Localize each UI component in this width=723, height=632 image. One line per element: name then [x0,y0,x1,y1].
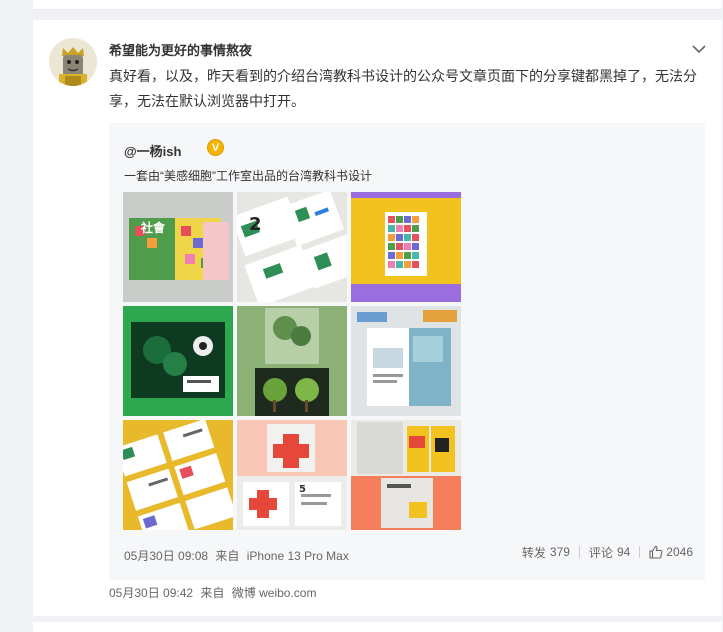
next-post-card [33,622,722,632]
image-thumb-5[interactable] [237,306,347,416]
post-source-prefix: 来自 [200,586,225,600]
image-thumb-8-text: 5 [299,484,306,495]
image-thumb-1-text: 社會 [140,220,166,235]
image-thumb-4[interactable] [123,306,233,416]
previous-post-card [33,0,722,10]
chevron-down-icon[interactable] [690,40,708,58]
image-thumb-3[interactable] [351,192,461,302]
like-button[interactable]: 2046 [649,545,693,559]
comment-count: 94 [616,545,631,559]
forward-count: 379 [549,545,570,559]
comment-button[interactable]: 评论 94 [589,544,630,561]
comment-label: 评论 [588,545,613,560]
repost-meta: 05月30日 09:08 来自 iPhone 13 Pro Max [124,547,353,564]
repost-box[interactable]: @一杨ish V 一套由“美感细胞”工作室出品的台湾教科书设计 社會 2 5 0… [109,123,705,580]
post-source: 微博 weibo.com [231,586,317,600]
post-text: 真好看，以及，昨天看到的介绍台湾教科书设计的公众号文章页面下的分享键都黑掉了，无… [109,68,697,109]
image-thumb-1[interactable]: 社會 [123,192,233,302]
verified-badge-icon: V [207,139,224,156]
repost-source: iPhone 13 Pro Max [246,549,349,563]
repost-author[interactable]: @一杨ish [124,141,181,160]
post-time[interactable]: 05月30日 09:42 [109,586,193,600]
repost-stats: 转发 379 评论 94 2046 [522,543,693,561]
image-thumb-2[interactable]: 2 [237,192,347,302]
divider [639,546,641,558]
divider [578,546,580,558]
repost-time[interactable]: 05月30日 09:08 [124,549,208,563]
weibo-post-card: 希望能为更好的事情熬夜 真好看，以及，昨天看到的介绍台湾教科书设计的公众号文章页… [33,20,722,616]
avatar[interactable] [49,38,97,86]
post-meta: 05月30日 09:42 来自 微博 weibo.com [109,584,320,601]
image-thumb-9[interactable] [351,420,461,530]
image-grid: 社會 2 5 [123,192,463,530]
repost-source-prefix: 来自 [215,549,240,563]
image-thumb-6[interactable] [351,306,461,416]
forward-button[interactable]: 转发 379 [522,544,570,561]
post-username[interactable]: 希望能为更好的事情熬夜 [109,40,252,59]
like-count: 2046 [666,545,693,559]
image-thumb-7[interactable] [123,420,233,530]
image-thumb-2-text: 2 [249,214,262,235]
image-thumb-8[interactable]: 5 [237,420,347,530]
thumbs-up-icon [649,545,663,559]
forward-label: 转发 [521,545,546,560]
repost-text: 一套由“美感细胞”工作室出品的台湾教科书设计 [124,169,372,183]
